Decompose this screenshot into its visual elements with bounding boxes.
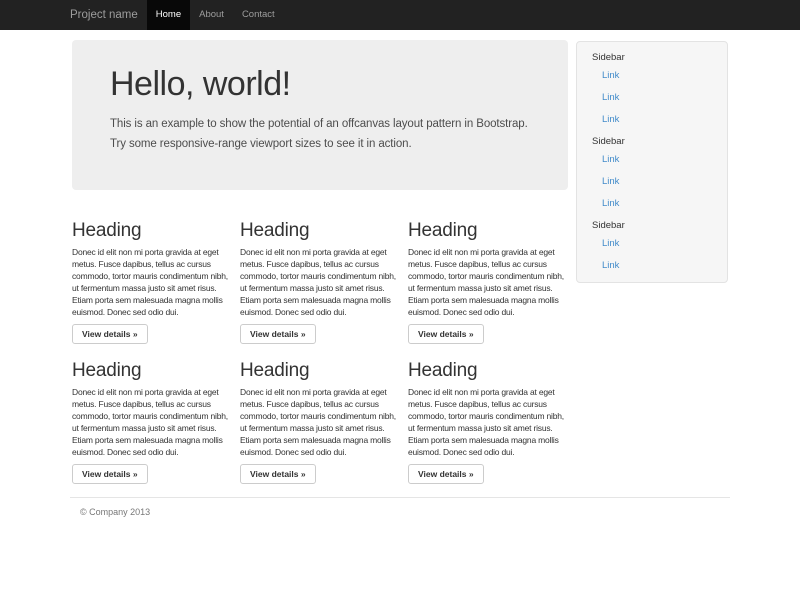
content-card: Heading Donec id elit non mi porta gravi…	[408, 348, 572, 484]
nav-item-home[interactable]: Home	[147, 0, 190, 30]
sidebar-link[interactable]: Link	[577, 154, 727, 166]
jumbotron: Hello, world! This is an example to show…	[72, 40, 568, 190]
sidebar-link[interactable]: Link	[577, 92, 727, 104]
sidebar-link[interactable]: Link	[577, 70, 727, 82]
card-body-text: Donec id elit non mi porta gravida at eg…	[408, 386, 568, 458]
copyright-text: © Company 2013	[80, 507, 730, 517]
sidebar: Sidebar Link Link Link Sidebar Link Link Lin…	[576, 41, 728, 283]
page-title: Hello, world!	[110, 64, 530, 104]
view-details-button[interactable]: View details »	[240, 324, 316, 344]
main-content: Hello, world! This is an example to show…	[72, 40, 568, 484]
nav-item-about[interactable]: About	[190, 0, 233, 30]
card-body-text: Donec id elit non mi porta gravida at eg…	[72, 386, 232, 458]
card-body-text: Donec id elit non mi porta gravida at eg…	[72, 246, 232, 318]
view-details-button[interactable]: View details »	[408, 464, 484, 484]
nav-item-contact[interactable]: Contact	[233, 0, 284, 30]
sidebar-link[interactable]: Link	[577, 238, 727, 250]
sidebar-link[interactable]: Link	[577, 176, 727, 188]
content-card: Heading Donec id elit non mi porta gravi…	[72, 208, 236, 344]
sidebar-group-title: Sidebar	[577, 136, 727, 148]
sidebar-group-title: Sidebar	[577, 220, 727, 232]
view-details-button[interactable]: View details »	[240, 464, 316, 484]
sidebar-group: Sidebar Link Link Link	[577, 52, 727, 126]
card-heading: Heading	[72, 220, 236, 241]
card-body-text: Donec id elit non mi porta gravida at eg…	[408, 246, 568, 318]
footer: © Company 2013	[70, 497, 730, 517]
content-card: Heading Donec id elit non mi porta gravi…	[72, 348, 236, 484]
top-navbar: Project name HomeAboutContact	[0, 0, 800, 30]
content-card: Heading Donec id elit non mi porta gravi…	[408, 208, 572, 344]
sidebar-group: Sidebar Link Link Link	[577, 136, 727, 210]
view-details-button[interactable]: View details »	[72, 324, 148, 344]
sidebar-group-title: Sidebar	[577, 52, 727, 64]
sidebar-group: Sidebar Link Link	[577, 220, 727, 272]
card-heading: Heading	[408, 220, 572, 241]
sidebar-link[interactable]: Link	[577, 198, 727, 210]
card-heading: Heading	[240, 360, 404, 381]
card-body-text: Donec id elit non mi porta gravida at eg…	[240, 386, 400, 458]
card-heading: Heading	[72, 360, 236, 381]
sidebar-link[interactable]: Link	[577, 260, 727, 272]
card-body-text: Donec id elit non mi porta gravida at eg…	[240, 246, 400, 318]
content-card: Heading Donec id elit non mi porta gravi…	[240, 348, 404, 484]
view-details-button[interactable]: View details »	[408, 324, 484, 344]
view-details-button[interactable]: View details »	[72, 464, 148, 484]
card-heading: Heading	[240, 220, 404, 241]
navbar-menu: HomeAboutContact	[147, 0, 284, 30]
cards-grid: Heading Donec id elit non mi porta gravi…	[72, 208, 568, 484]
brand-link[interactable]: Project name	[70, 0, 138, 30]
card-heading: Heading	[408, 360, 572, 381]
jumbotron-description: This is an example to show the potential…	[110, 114, 530, 154]
sidebar-link[interactable]: Link	[577, 114, 727, 126]
content-card: Heading Donec id elit non mi porta gravi…	[240, 208, 404, 344]
